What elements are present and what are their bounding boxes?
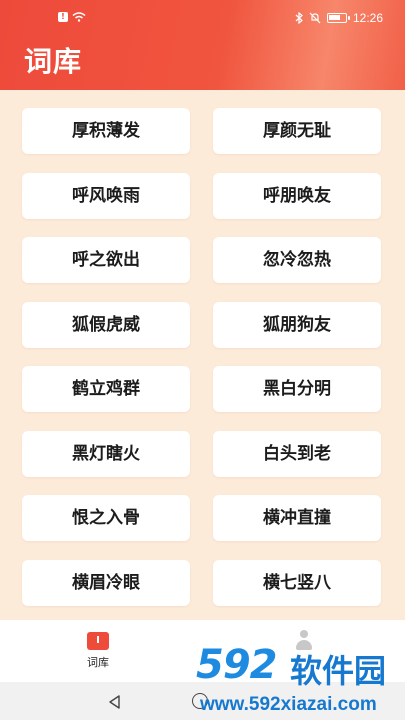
tab-label: 词库 (87, 656, 109, 669)
battery-level (328, 15, 340, 20)
watermark: 592 软件园 www.592xiazai.com (196, 636, 405, 720)
word-card[interactable]: 鹤立鸡群 (22, 366, 190, 412)
status-time: 12:26 (352, 11, 383, 25)
word-card[interactable]: 横眉冷眼 (22, 559, 190, 606)
word-card[interactable]: 忽冷忽热 (213, 237, 381, 283)
word-card[interactable]: 厚颜无耻 (213, 108, 381, 154)
alert-icon: ! (58, 12, 68, 22)
word-card[interactable]: 呼之欲出 (22, 237, 190, 283)
word-card[interactable]: 厚积薄发 (22, 108, 190, 154)
word-card[interactable]: 呼风唤雨 (22, 172, 190, 219)
back-icon[interactable] (108, 694, 122, 713)
word-card[interactable]: 黑灯瞎火 (22, 430, 190, 477)
book-icon (87, 632, 109, 650)
tab-word-library[interactable]: 词库 (58, 628, 138, 670)
word-card[interactable]: 狐朋狗友 (213, 301, 381, 348)
battery-icon (326, 13, 350, 23)
word-card[interactable]: 横七竖八 (213, 559, 381, 606)
status-bar: ! 12:26 (0, 0, 405, 36)
mute-bell-icon (309, 12, 321, 24)
watermark-logo: 592 (196, 642, 277, 688)
word-card[interactable]: 黑白分明 (213, 366, 381, 412)
word-card[interactable]: 横冲直撞 (213, 495, 381, 541)
wifi-icon (72, 12, 86, 22)
word-card[interactable]: 呼朋唤友 (213, 172, 381, 219)
bluetooth-icon (295, 12, 303, 24)
page-title: 词库 (24, 45, 83, 78)
header-bar: ! 12:26 词库 (0, 0, 405, 90)
word-card[interactable]: 白头到老 (213, 430, 381, 477)
watermark-url: www.592xiazai.com (200, 694, 377, 715)
word-card[interactable]: 恨之入骨 (22, 495, 190, 541)
word-card[interactable]: 狐假虎威 (22, 301, 190, 348)
watermark-brand: 软件园 (290, 652, 387, 690)
